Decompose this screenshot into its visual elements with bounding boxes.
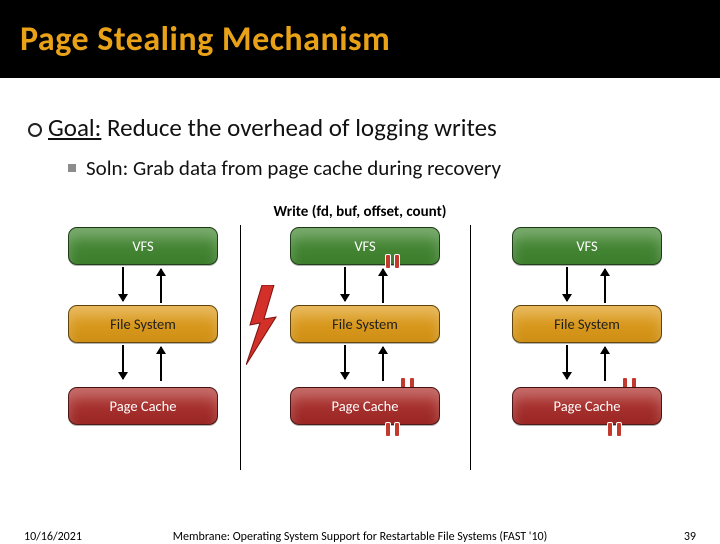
filesystem-box: File System bbox=[512, 305, 662, 343]
arrow-up-icon bbox=[382, 347, 384, 381]
arrows-vfs-fs bbox=[290, 265, 440, 305]
circle-bullet-icon bbox=[28, 123, 42, 137]
arrow-down-icon bbox=[344, 345, 346, 379]
arrow-down-icon bbox=[122, 267, 124, 301]
filesystem-box: File System bbox=[68, 305, 218, 343]
vfs-box: VFS bbox=[512, 227, 662, 265]
arrow-down-icon bbox=[566, 267, 568, 301]
arrow-up-icon bbox=[382, 269, 384, 303]
pause-icon bbox=[385, 422, 400, 437]
vfs-box: VFS bbox=[290, 227, 440, 265]
soln-text: Soln: Grab data from page cache during r… bbox=[86, 155, 501, 181]
arrow-up-icon bbox=[604, 269, 606, 303]
diagram-stage: VFS File System Page Cache VFS File Syst… bbox=[28, 227, 692, 487]
pagecache-box: Page Cache bbox=[512, 387, 662, 425]
pagecache-box: Page Cache bbox=[290, 387, 440, 425]
arrow-down-icon bbox=[344, 267, 346, 301]
goal-label: Goal: bbox=[48, 112, 101, 143]
slide-body: Goal: Reduce the overhead of logging wri… bbox=[0, 78, 720, 487]
arrows-fs-pc bbox=[290, 343, 440, 383]
arrow-down-icon bbox=[122, 345, 124, 379]
divider-1 bbox=[240, 225, 241, 470]
slide-title: Page Stealing Mechanism bbox=[20, 19, 390, 60]
arrow-down-icon bbox=[566, 345, 568, 379]
goal-text: Reduce the overhead of logging writes bbox=[101, 112, 496, 143]
arrows-vfs-fs bbox=[512, 265, 662, 305]
divider-2 bbox=[470, 225, 471, 470]
crash-bolt-icon bbox=[246, 285, 280, 370]
goal-line: Goal: Reduce the overhead of logging wri… bbox=[28, 112, 692, 143]
vfs-box: VFS bbox=[68, 227, 218, 265]
arrow-up-icon bbox=[604, 347, 606, 381]
soln-line: Soln: Grab data from page cache during r… bbox=[68, 155, 692, 181]
footer-caption: Membrane: Operating System Support for R… bbox=[0, 530, 720, 544]
pagecache-box: Page Cache bbox=[68, 387, 218, 425]
title-bar: Page Stealing Mechanism bbox=[0, 0, 720, 78]
arrows-fs-pc bbox=[68, 343, 218, 383]
pause-icon bbox=[607, 422, 622, 437]
arrow-up-icon bbox=[160, 347, 162, 381]
filesystem-box: File System bbox=[290, 305, 440, 343]
slide-number: 39 bbox=[684, 530, 696, 544]
write-caption: Write (fd, buf, offset, count) bbox=[28, 203, 692, 221]
arrows-fs-pc bbox=[512, 343, 662, 383]
arrow-up-icon bbox=[160, 269, 162, 303]
square-bullet-icon bbox=[68, 164, 76, 172]
arrows-vfs-fs bbox=[68, 265, 218, 305]
